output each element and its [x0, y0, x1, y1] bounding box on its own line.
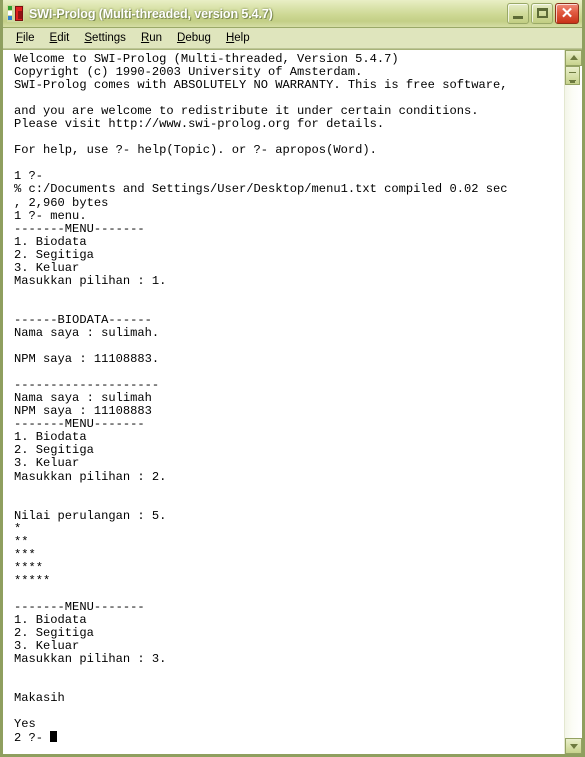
console-text-body: Welcome to SWI-Prolog (Multi-threaded, V…	[14, 52, 508, 746]
menu-item-file[interactable]: File	[9, 31, 43, 45]
scroll-up-arrow-icon	[569, 55, 578, 60]
swi-prolog-window: SWI-Prolog (Multi-threaded, version 5.4.…	[0, 0, 585, 757]
close-button[interactable]: ✕	[555, 3, 579, 24]
window-title: SWI-Prolog (Multi-threaded, version 5.4.…	[29, 6, 273, 21]
text-cursor	[50, 731, 58, 743]
minimize-button[interactable]	[507, 3, 529, 24]
scroll-down-button[interactable]	[565, 738, 582, 754]
window-controls: ✕	[507, 3, 579, 24]
icon-blue-square	[8, 16, 12, 20]
menu-accel-settings: S	[84, 32, 93, 44]
scrollbar-track[interactable]	[565, 66, 582, 738]
swi-prolog-icon[interactable]	[7, 5, 24, 22]
menu-item-run[interactable]: Run	[134, 31, 170, 45]
title-bar[interactable]: SWI-Prolog (Multi-threaded, version 5.4.…	[3, 0, 582, 28]
menu-bar: File Edit Settings Run Debug Help	[3, 28, 582, 49]
client-area: Welcome to SWI-Prolog (Multi-threaded, V…	[3, 49, 582, 754]
menu-item-settings[interactable]: Settings	[77, 31, 134, 45]
close-icon: ✕	[560, 5, 574, 22]
console-output-area[interactable]: Welcome to SWI-Prolog (Multi-threaded, V…	[3, 50, 564, 754]
icon-red-block	[15, 6, 23, 21]
menu-rest-file: ile	[23, 32, 35, 44]
menu-accel-run: R	[140, 32, 150, 44]
console-text: Welcome to SWI-Prolog (Multi-threaded, V…	[14, 52, 564, 746]
minimize-icon	[513, 16, 523, 19]
icon-white-square	[8, 11, 12, 15]
icon-green-square	[8, 6, 12, 10]
scroll-up-button[interactable]	[565, 50, 582, 66]
menu-item-help[interactable]: Help	[219, 31, 258, 45]
vertical-scrollbar[interactable]	[564, 50, 582, 754]
menu-rest-help: elp	[234, 32, 250, 44]
menu-rest-debug: ebug	[185, 32, 211, 44]
menu-rest-edit: dit	[57, 32, 70, 44]
maximize-icon	[537, 8, 548, 18]
menu-item-edit[interactable]: Edit	[43, 31, 78, 45]
menu-rest-settings: ettings	[92, 32, 126, 44]
menu-item-debug[interactable]: Debug	[170, 31, 219, 45]
menu-accel-file: F	[16, 32, 24, 44]
scrollbar-thumb[interactable]	[565, 66, 580, 85]
scroll-down-arrow-icon	[569, 744, 578, 749]
maximize-button[interactable]	[531, 3, 553, 24]
menu-rest-run: un	[149, 32, 163, 44]
